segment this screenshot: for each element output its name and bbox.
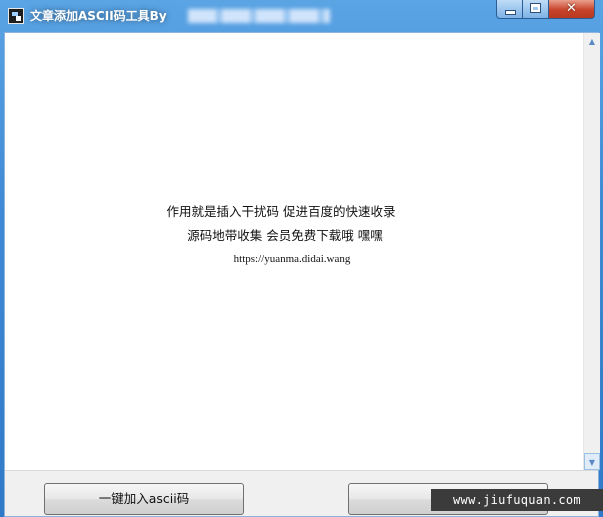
application-window: 文章添加ASCII码工具By ✕ 作用就是插入干扰码 促进百度的快速收录 源码地… <box>0 0 603 517</box>
scroll-up-icon[interactable]: ▲ <box>584 33 600 50</box>
add-ascii-button[interactable]: 一键加入ascii码 <box>44 483 244 515</box>
title-bar[interactable]: 文章添加ASCII码工具By ✕ <box>0 0 603 32</box>
content-line-description: 作用就是插入干扰码 促进百度的快速收录 <box>166 204 396 219</box>
scroll-down-icon[interactable]: ▼ <box>584 453 600 470</box>
minimize-button[interactable] <box>496 0 523 19</box>
content-text-block: 作用就是插入干扰码 促进百度的快速收录 源码地带收集 会员免费下载哦 嘿嘿 ht… <box>5 200 583 270</box>
content-textarea[interactable]: 作用就是插入干扰码 促进百度的快速收录 源码地带收集 会员免费下载哦 嘿嘿 ht… <box>5 33 583 470</box>
content-line-source: 源码地带收集 会员免费下载哦 嘿嘿 <box>187 228 383 243</box>
maximize-icon <box>531 4 540 12</box>
app-icon[interactable] <box>8 8 24 24</box>
window-title: 文章添加ASCII码工具By <box>30 9 167 23</box>
client-area: 作用就是插入干扰码 促进百度的快速收录 源码地带收集 会员免费下载哦 嘿嘿 ht… <box>4 32 600 517</box>
close-icon: ✕ <box>566 1 577 16</box>
redacted-author-name <box>188 9 330 23</box>
minimize-icon <box>506 11 515 14</box>
content-line-url: https://yuanma.didai.wang <box>233 253 351 265</box>
caption-buttons: ✕ <box>496 0 595 20</box>
vertical-scrollbar[interactable]: ▲ ▼ <box>583 33 600 470</box>
site-watermark: www.jiufuquan.com <box>431 489 603 511</box>
maximize-button[interactable] <box>523 0 549 19</box>
close-button[interactable]: ✕ <box>549 0 595 19</box>
